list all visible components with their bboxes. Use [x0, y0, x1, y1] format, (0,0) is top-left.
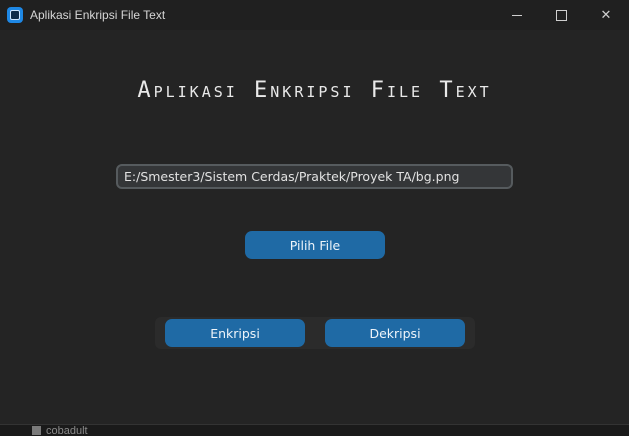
encrypt-button[interactable]: Enkripsi — [165, 319, 305, 347]
close-button[interactable]: ✕ — [583, 0, 629, 30]
choose-file-button[interactable]: Pilih File — [245, 231, 385, 259]
title-bar[interactable]: Aplikasi Enkripsi File Text ✕ — [0, 0, 629, 30]
minimize-icon — [512, 14, 522, 16]
app-icon — [7, 7, 23, 23]
maximize-icon — [555, 9, 567, 21]
background-partial-item: cobadult — [32, 425, 88, 436]
minimize-button[interactable] — [494, 0, 540, 30]
app-window: Aplikasi Enkripsi File Text ✕ Aplikasi E… — [0, 0, 629, 425]
page-title: Aplikasi Enkripsi File Text — [137, 78, 492, 103]
file-icon — [32, 426, 41, 435]
background-partial-text: cobadult — [46, 425, 88, 436]
file-path-input[interactable] — [116, 164, 513, 189]
decrypt-button[interactable]: Dekripsi — [325, 319, 465, 347]
maximize-button[interactable] — [538, 0, 584, 30]
window-title: Aplikasi Enkripsi File Text — [30, 8, 166, 22]
close-icon: ✕ — [600, 7, 612, 22]
